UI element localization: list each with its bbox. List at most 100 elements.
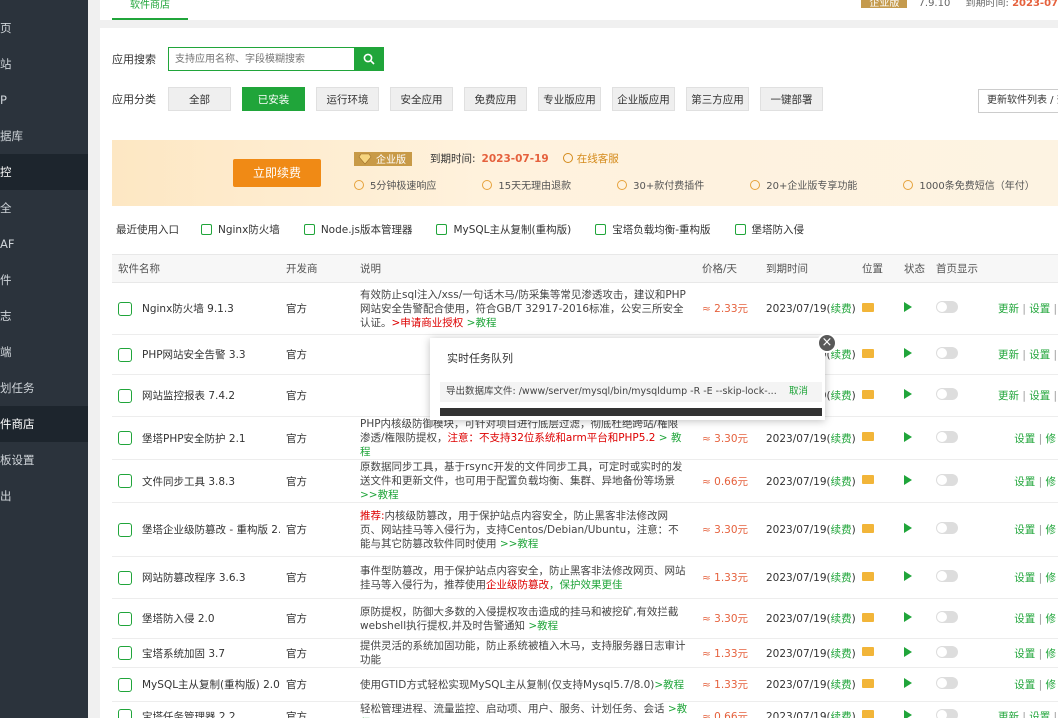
- task-cancel-button[interactable]: 取消: [789, 382, 808, 402]
- category-button[interactable]: 第三方应用: [686, 87, 749, 111]
- renew-link[interactable]: 续费: [831, 648, 852, 660]
- renew-link[interactable]: 续费: [831, 349, 852, 361]
- play-icon[interactable]: [904, 348, 912, 358]
- operation-link[interactable]: 设置: [1014, 433, 1035, 445]
- operation-link[interactable]: 设置: [1014, 476, 1035, 488]
- tutorial-link[interactable]: >教程: [654, 679, 684, 691]
- sidebar-item[interactable]: 划任务: [0, 370, 88, 406]
- sidebar-item[interactable]: 出: [0, 478, 88, 514]
- sidebar-item[interactable]: 板设置: [0, 442, 88, 478]
- operation-link[interactable]: 设置: [1029, 303, 1050, 315]
- play-icon[interactable]: [904, 431, 912, 442]
- homepage-toggle[interactable]: [936, 473, 958, 486]
- renew-link[interactable]: 续费: [831, 613, 852, 625]
- software-name[interactable]: MySQL主从复制(重构版) 2.0: [118, 677, 280, 692]
- operation-link[interactable]: 修: [1046, 524, 1057, 536]
- recent-entry[interactable]: Node.js版本管理器: [303, 222, 412, 237]
- operation-link[interactable]: 设置: [1029, 349, 1050, 361]
- operation-link[interactable]: 设置: [1014, 572, 1035, 584]
- sidebar-item[interactable]: 全: [0, 190, 88, 226]
- operation-link[interactable]: 设置: [1014, 679, 1035, 691]
- recent-entry[interactable]: MySQL主从复制(重构版): [436, 222, 571, 237]
- sidebar-item[interactable]: P: [0, 82, 88, 118]
- homepage-toggle[interactable]: [936, 611, 958, 623]
- operation-link[interactable]: 修: [1046, 679, 1057, 691]
- category-button[interactable]: 一键部署: [760, 87, 823, 111]
- customer-service-link[interactable]: 在线客服: [562, 151, 619, 166]
- folder-icon[interactable]: [862, 475, 874, 484]
- operation-link[interactable]: 更新: [998, 303, 1019, 315]
- software-name[interactable]: 网站监控报表 7.4.2: [118, 388, 280, 403]
- play-icon[interactable]: [904, 571, 912, 581]
- search-input[interactable]: [168, 47, 354, 71]
- update-list-button[interactable]: 更新软件列表 / 查: [978, 89, 1058, 113]
- category-button[interactable]: 企业版应用: [612, 87, 675, 111]
- homepage-toggle[interactable]: [936, 301, 958, 313]
- homepage-toggle[interactable]: [936, 522, 958, 534]
- software-name[interactable]: 宝塔任务管理器 2.2: [118, 709, 280, 718]
- play-icon[interactable]: [904, 612, 912, 622]
- homepage-toggle[interactable]: [936, 570, 958, 582]
- operation-link[interactable]: 更新: [998, 349, 1019, 361]
- renew-link[interactable]: 续费: [831, 303, 852, 315]
- folder-icon[interactable]: [862, 432, 874, 441]
- software-name[interactable]: 堡塔企业级防篡改 - 重构版 2.3: [118, 522, 280, 537]
- renew-link[interactable]: 续费: [831, 524, 852, 536]
- folder-icon[interactable]: [862, 678, 874, 688]
- play-icon[interactable]: [904, 389, 912, 399]
- tutorial-link[interactable]: >教程: [525, 620, 558, 632]
- folder-icon[interactable]: [862, 710, 874, 718]
- operation-link[interactable]: 修: [1046, 648, 1057, 660]
- operation-link[interactable]: 更新: [998, 711, 1019, 718]
- homepage-toggle[interactable]: [936, 388, 958, 400]
- operation-link[interactable]: 修: [1046, 476, 1057, 488]
- category-button[interactable]: 全部: [168, 87, 231, 111]
- category-button[interactable]: 安全应用: [390, 87, 453, 111]
- tutorial-link[interactable]: >>教程: [360, 489, 399, 501]
- recent-entry[interactable]: 堡塔防入侵: [734, 222, 804, 237]
- play-icon[interactable]: [904, 646, 912, 657]
- operation-link[interactable]: 设置: [1014, 613, 1035, 625]
- software-name[interactable]: 宝塔系统加固 3.7: [118, 646, 280, 661]
- category-button[interactable]: 专业版应用: [538, 87, 601, 111]
- homepage-toggle[interactable]: [936, 645, 958, 658]
- sidebar-item[interactable]: 件: [0, 262, 88, 298]
- play-icon[interactable]: [904, 709, 912, 718]
- operation-link[interactable]: 修: [1046, 613, 1057, 625]
- category-button[interactable]: 免费应用: [464, 87, 527, 111]
- operation-link[interactable]: 设置: [1029, 390, 1050, 402]
- homepage-toggle[interactable]: [936, 708, 958, 718]
- operation-link[interactable]: 设置: [1029, 711, 1050, 718]
- renew-now-button[interactable]: 立即续费: [233, 159, 321, 187]
- software-name[interactable]: 堡塔PHP安全防护 2.1: [118, 431, 280, 446]
- homepage-toggle[interactable]: [936, 347, 958, 359]
- operation-link[interactable]: 修: [1046, 572, 1057, 584]
- renew-link[interactable]: 续费: [831, 679, 852, 691]
- renew-link[interactable]: 续费: [831, 711, 852, 718]
- sidebar-item[interactable]: 志: [0, 298, 88, 334]
- folder-icon[interactable]: [862, 571, 874, 581]
- sidebar-item[interactable]: 件商店: [0, 406, 88, 442]
- tutorial-link[interactable]: >>教程: [497, 538, 539, 550]
- folder-icon[interactable]: [862, 647, 874, 656]
- operation-link[interactable]: 修: [1046, 433, 1057, 445]
- software-name[interactable]: 网站防篡改程序 3.6.3: [118, 570, 280, 585]
- renew-link[interactable]: 续费: [831, 572, 852, 584]
- software-name[interactable]: Nginx防火墙 9.1.3: [118, 301, 280, 316]
- sidebar-item[interactable]: AF: [0, 226, 88, 262]
- tutorial-link[interactable]: ，保护效果更佳: [549, 579, 623, 591]
- folder-icon[interactable]: [862, 612, 874, 622]
- sidebar-item[interactable]: 站: [0, 46, 88, 82]
- homepage-toggle[interactable]: [936, 430, 958, 443]
- sidebar-item[interactable]: 端: [0, 334, 88, 370]
- play-icon[interactable]: [904, 678, 912, 688]
- category-button[interactable]: 运行环境: [316, 87, 379, 111]
- recent-entry[interactable]: Nginx防火墙: [201, 222, 280, 237]
- renew-link[interactable]: 续费: [831, 476, 852, 488]
- operation-link[interactable]: 更新: [998, 390, 1019, 402]
- tutorial-link[interactable]: >教程: [463, 317, 497, 329]
- software-name[interactable]: 堡塔防入侵 2.0: [118, 611, 280, 626]
- folder-icon[interactable]: [862, 523, 874, 533]
- operation-link[interactable]: 设置: [1014, 648, 1035, 660]
- software-name[interactable]: PHP网站安全告警 3.3: [118, 347, 280, 362]
